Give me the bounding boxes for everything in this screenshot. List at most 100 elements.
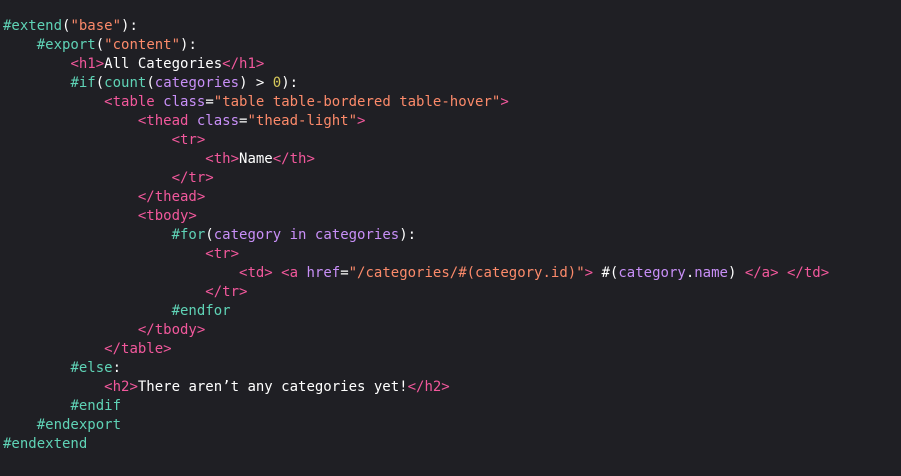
punctuation-token <box>3 56 70 72</box>
code-line[interactable]: </tr> <box>3 169 901 188</box>
punctuation-token <box>273 265 281 281</box>
variable-token: category <box>213 227 282 243</box>
code-line[interactable]: <tr> <box>3 131 901 150</box>
tag-token: </td> <box>786 265 830 281</box>
string-token: "/categories/#(category.id)" <box>348 265 585 281</box>
attribute-token: href <box>306 265 341 281</box>
punctuation-token <box>3 360 70 376</box>
tag-token: <h2> <box>104 379 138 395</box>
punctuation-token <box>3 284 205 300</box>
code-line[interactable]: #if(count(categories) > 0): <box>3 74 901 93</box>
tag-token: > <box>357 113 366 129</box>
punctuation-token <box>3 227 172 243</box>
punctuation-token <box>3 265 239 281</box>
tag-token: <thead <box>137 113 197 129</box>
code-line[interactable]: #endexport <box>3 416 901 435</box>
tag-token: </a> <box>744 265 779 281</box>
tag-token: <h1> <box>70 56 105 72</box>
text-token: There aren’t any categories yet! <box>137 379 408 395</box>
punctuation-token: ) > <box>239 75 273 91</box>
tag-token: <td> <box>239 265 273 281</box>
text-token: Name <box>239 151 273 167</box>
string-token: "content" <box>104 37 181 53</box>
code-line[interactable]: <tr> <box>3 245 901 264</box>
punctuation-token: ): <box>281 75 299 91</box>
tag-token: </tbody> <box>137 322 206 338</box>
directive-token: #endexport <box>36 417 122 433</box>
directive-token: #endif <box>70 398 122 414</box>
string-token: "table table-bordered table-hover" <box>213 94 501 110</box>
variable-token: category <box>618 265 686 281</box>
code-line[interactable]: <h2>There aren’t any categories yet!</h2… <box>3 378 901 397</box>
text-token: All Categories <box>104 56 223 72</box>
punctuation-token <box>3 417 37 433</box>
code-line[interactable]: <tbody> <box>3 207 901 226</box>
punctuation-token <box>3 75 70 91</box>
punctuation-token <box>3 94 104 110</box>
punctuation-token: #( <box>593 265 619 281</box>
punctuation-token <box>3 322 138 338</box>
code-line[interactable]: #endif <box>3 397 901 416</box>
punctuation-token <box>3 246 205 262</box>
punctuation-token <box>3 170 172 186</box>
punctuation-token <box>3 341 104 357</box>
punctuation-token: ): <box>121 18 138 34</box>
punctuation-token: ): <box>399 227 417 243</box>
directive-token: #if <box>70 75 96 91</box>
number-token: 0 <box>272 75 282 91</box>
tag-token: <tr> <box>205 246 240 262</box>
punctuation-token <box>3 37 37 53</box>
punctuation-token: ( <box>146 75 155 91</box>
code-editor[interactable]: #extend("base"): #export("content"): <h1… <box>0 0 901 476</box>
code-line[interactable]: </table> <box>3 340 901 359</box>
punctuation-token <box>3 398 70 414</box>
code-line[interactable]: <th>Name</th> <box>3 150 901 169</box>
directive-token: #else <box>70 360 113 376</box>
punctuation-token <box>3 151 205 167</box>
punctuation-token: ( <box>95 75 105 91</box>
attribute-token: class <box>163 94 206 110</box>
code-line[interactable]: <h1>All Categories</h1> <box>3 55 901 74</box>
punctuation-token: = <box>340 265 349 281</box>
tag-token: <th> <box>205 151 240 167</box>
punctuation-token <box>3 132 172 148</box>
tag-token: </thead> <box>137 189 206 205</box>
tag-token: </tr> <box>171 170 214 186</box>
tag-token: </tr> <box>205 284 248 300</box>
punctuation-token <box>3 208 138 224</box>
punctuation-token <box>3 379 104 395</box>
variable-token: name <box>694 265 728 281</box>
code-line[interactable]: <td> <a href="/categories/#(category.id)… <box>3 264 901 283</box>
punctuation-token: . <box>685 265 695 281</box>
punctuation-token: = <box>205 94 214 110</box>
code-line[interactable]: #extend("base"): <box>3 17 901 36</box>
attribute-token: class <box>196 113 240 129</box>
punctuation-token: : <box>112 360 122 376</box>
directive-token: #endextend <box>3 436 88 452</box>
code-line[interactable]: #endextend <box>3 435 901 454</box>
tag-token: <tbody> <box>137 208 197 224</box>
punctuation-token <box>3 303 172 319</box>
tag-token: <tr> <box>171 132 206 148</box>
code-line[interactable]: </tbody> <box>3 321 901 340</box>
code-line[interactable]: #for(category in categories): <box>3 226 901 245</box>
code-line[interactable]: </thead> <box>3 188 901 207</box>
punctuation-token: ): <box>180 37 197 53</box>
code-line[interactable]: #export("content"): <box>3 36 901 55</box>
code-line[interactable]: </tr> <box>3 283 901 302</box>
code-line[interactable]: <thead class="thead-light"> <box>3 112 901 131</box>
punctuation-token <box>779 265 787 281</box>
directive-token: #export <box>36 37 96 53</box>
directive-token: #for <box>171 227 206 243</box>
punctuation-token <box>281 227 289 243</box>
directive-token: #endfor <box>171 303 231 319</box>
punctuation-token <box>306 227 314 243</box>
code-line[interactable]: #endfor <box>3 302 901 321</box>
variable-token: categories <box>154 75 240 91</box>
variable-token: in <box>289 227 307 243</box>
code-line[interactable]: <table class="table table-bordered table… <box>3 93 901 112</box>
directive-token: #extend <box>3 18 63 34</box>
tag-token: </h2> <box>407 379 450 395</box>
code-line[interactable]: #else: <box>3 359 901 378</box>
punctuation-token <box>3 189 138 205</box>
